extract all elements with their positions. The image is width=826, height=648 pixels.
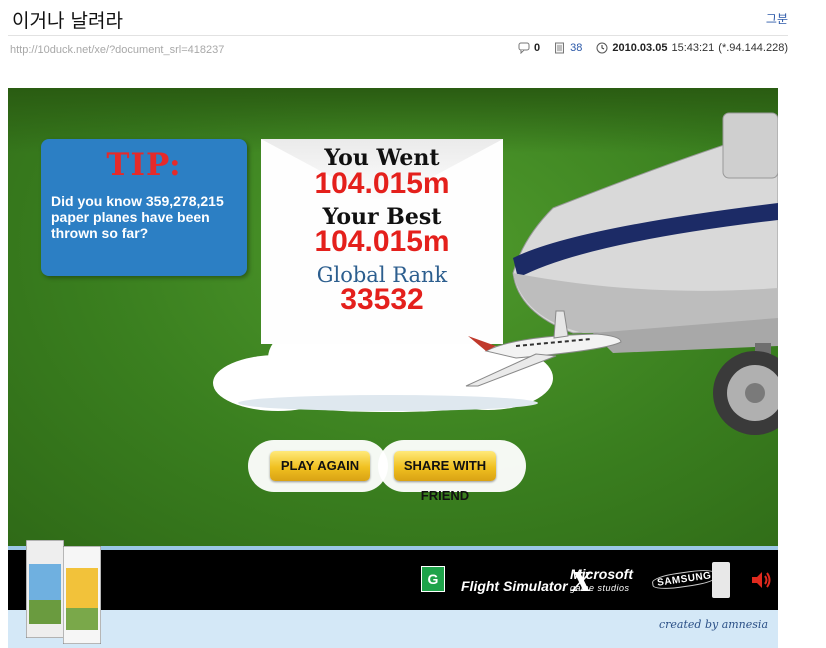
post-time: 15:43:21 xyxy=(671,42,715,54)
game-box-left xyxy=(26,540,64,638)
post-title: 이거나 날려라 xyxy=(12,10,123,32)
views-icon xyxy=(555,42,565,54)
tip-text: Did you know 359,278,215 paper planes ha… xyxy=(51,193,224,241)
tip-title: TIP: xyxy=(106,147,182,183)
post-date: 2010.03.05 xyxy=(612,42,668,54)
document-url[interactable]: http://10duck.net/xe/?document_srl=41823… xyxy=(10,44,224,56)
intel-logo xyxy=(712,562,730,598)
game-embed[interactable]: TIP: Did you know 359,278,215 paper plan… xyxy=(8,88,778,648)
game-box-right xyxy=(63,546,101,644)
microsoft-text: Microsoft xyxy=(570,566,633,582)
clock-icon xyxy=(596,42,608,54)
small-plane-illustration xyxy=(465,310,622,387)
rating-logo: G xyxy=(421,566,445,592)
tip-box: TIP: Did you know 359,278,215 paper plan… xyxy=(41,139,247,276)
share-with-friend-button[interactable]: SHARE WITH FRIEND xyxy=(394,451,496,503)
divider xyxy=(8,35,788,36)
you-went-value: 104.015m xyxy=(314,167,450,200)
credit-text: created by amnesia xyxy=(658,618,768,631)
flight-simulator-text: Flight Simulator xyxy=(461,578,568,594)
author-link[interactable]: 그분 xyxy=(766,10,788,27)
comment-icon xyxy=(518,42,530,54)
comment-count: 0 xyxy=(534,42,541,54)
play-again-button[interactable]: PLAY AGAIN xyxy=(270,451,370,481)
post-meta: 0 38 2010.03.05 15:43:21 (*.94.144.228) xyxy=(518,42,788,54)
microsoft-logo: Microsoft game studios xyxy=(570,567,633,595)
speaker-icon[interactable] xyxy=(750,570,772,590)
post-ip: (*.94.144.228) xyxy=(718,42,788,54)
view-count: 38 xyxy=(570,42,583,54)
your-best-value: 104.015m xyxy=(314,225,450,258)
microsoft-sub: game studios xyxy=(570,583,630,593)
